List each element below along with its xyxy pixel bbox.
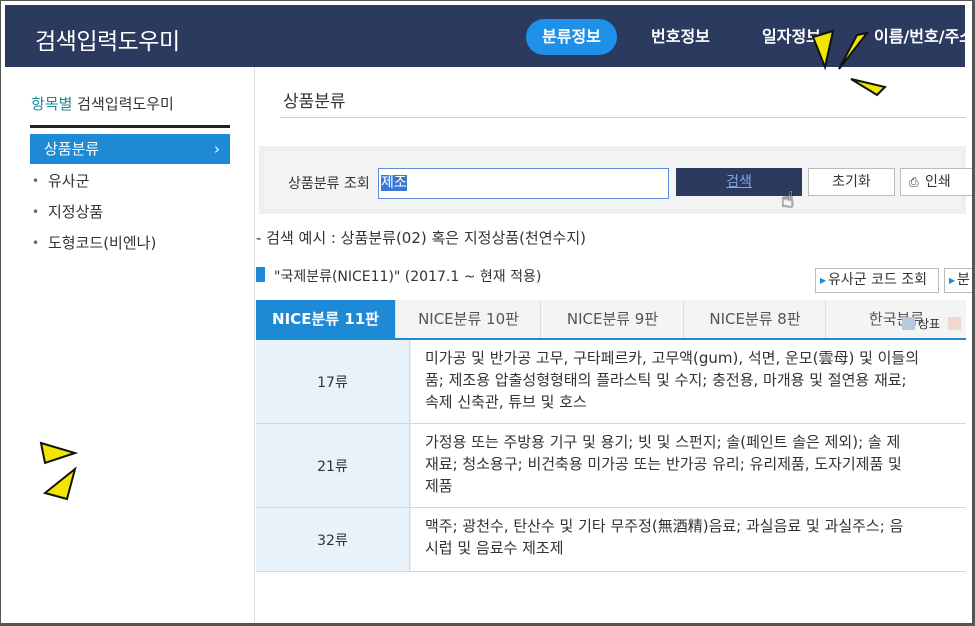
description-line: 미가공 및 반가공 고무, 구타페르카, 고무액(gum), 석면, 운모(雲母… (425, 349, 920, 367)
sidebar-heading: 항목별 검색입력도우미 (31, 93, 174, 114)
reset-button[interactable]: 초기화 (808, 168, 895, 196)
sidebar-item-designated-goods[interactable]: • 지정상품 (30, 197, 230, 227)
description-line: 속제 신축관, 튜브 및 호스 (425, 393, 587, 411)
nice-section-title-text: "국제분류(NICE11)" (2017.1 ~ 현재 적용) (274, 269, 542, 285)
title-divider (280, 117, 966, 118)
section-marker (256, 267, 265, 282)
sidebar-item-label: 지정상품 (48, 203, 104, 221)
edition-tabs: NICE분류 11판 NICE분류 10판 NICE분류 9판 NICE분류 8… (256, 300, 966, 340)
description-line: 제품 (425, 477, 453, 495)
class-cell: 17류 (256, 340, 410, 423)
sidebar-divider (30, 125, 230, 128)
description-line: 재료; 청소용구; 비건축용 미가공 또는 반가공 유리; 유리제품, 도자기제… (425, 455, 902, 473)
similar-code-lookup-label: 유사군 코드 조회 (828, 272, 928, 288)
description-line: 시럽 및 음료수 제조제 (425, 539, 564, 557)
sidebar-heading-rest: 검색입력도우미 (72, 95, 174, 113)
legend-trademark: 상표 (902, 317, 964, 331)
sidebar-item-similar-group[interactable]: • 유사군 (30, 166, 230, 196)
class-cell: 32류 (256, 508, 410, 571)
triangle-right-icon: ▶ (820, 276, 827, 285)
chevron-right-icon: › (214, 140, 220, 158)
sidebar-item-label: 도형코드(비엔나) (48, 234, 157, 252)
search-input-value: 제조 (381, 175, 407, 191)
app-title: 검색입력도우미 (35, 29, 180, 55)
class-cell: 21류 (256, 424, 410, 507)
classification-button-label: 분 (957, 272, 970, 288)
classification-button[interactable]: ▶ 분 (944, 268, 972, 293)
printer-icon: ⎙ (909, 175, 919, 189)
nice-section-title: "국제분류(NICE11)" (2017.1 ~ 현재 적용) (256, 266, 541, 286)
browser-frame: 검색입력도우미 분류정보 번호정보 일자정보 이름/번호/주소 항목별 검색입력… (0, 0, 975, 626)
description-cell: 맥주; 광천수, 탄산수 및 기타 무주정(無酒精)음료; 과실음료 및 과실주… (411, 508, 966, 571)
description-cell: 미가공 및 반가공 고무, 구타페르카, 고무액(gum), 석면, 운모(雲母… (411, 340, 966, 423)
search-example: - 검색 예시 : 상품분류(02) 혹은 지정상품(천연수지) (256, 229, 586, 247)
nav-item-name-number-address[interactable]: 이름/번호/주소 (858, 19, 972, 55)
description-line: 맥주; 광천수, 탄산수 및 기타 무주정(無酒精)음료; 과실음료 및 과실주… (425, 517, 904, 535)
legend-label: 상표 (918, 317, 941, 331)
nav-item-classification[interactable]: 분류정보 (526, 19, 617, 55)
tab-nice-11[interactable]: NICE분류 11판 (256, 300, 396, 338)
table-row[interactable]: 32류 맥주; 광천수, 탄산수 및 기타 무주정(無酒精)음료; 과실음료 및… (256, 508, 966, 572)
table-row[interactable]: 21류 가정용 또는 주방용 기구 및 용기; 빗 및 스펀지; 솔(페인트 솔… (256, 424, 966, 508)
main-content: 상품분류 상품분류 조회 제조 검색 초기화 ⎙ 인쇄 - 검색 예시 : 상품… (256, 67, 972, 622)
sidebar-item-label: 상품분류 (44, 140, 100, 158)
bullet-icon: • (32, 205, 40, 219)
sidebar-item-product-class[interactable]: 상품분류 › (30, 134, 230, 164)
top-header: 검색입력도우미 분류정보 번호정보 일자정보 이름/번호/주소 (5, 5, 972, 67)
nav-item-date[interactable]: 일자정보 (746, 19, 837, 55)
search-label: 상품분류 조회 (288, 176, 370, 192)
sidebar-heading-accent: 항목별 (31, 95, 73, 113)
nav-item-number[interactable]: 번호정보 (635, 19, 726, 55)
print-button[interactable]: ⎙ 인쇄 (900, 168, 972, 196)
legend-swatch (902, 317, 915, 330)
description-cell: 가정용 또는 주방용 기구 및 용기; 빗 및 스펀지; 솔(페인트 솔은 제외… (411, 424, 966, 507)
tab-nice-8[interactable]: NICE분류 8판 (685, 300, 826, 338)
similar-code-lookup-button[interactable]: ▶ 유사군 코드 조회 (815, 268, 939, 293)
bullet-icon: • (32, 174, 40, 188)
search-input[interactable]: 제조 (378, 168, 669, 199)
hand-cursor-icon: ☝ (781, 188, 795, 213)
table-row[interactable]: 17류 미가공 및 반가공 고무, 구타페르카, 고무액(gum), 석면, 운… (256, 340, 966, 424)
description-line: 가정용 또는 주방용 기구 및 용기; 빗 및 스펀지; 솔(페인트 솔은 제외… (425, 433, 901, 451)
search-panel: 상품분류 조회 제조 검색 초기화 ⎙ 인쇄 (259, 146, 972, 214)
sidebar-item-label: 유사군 (48, 172, 90, 190)
tab-nice-10[interactable]: NICE분류 10판 (397, 300, 541, 338)
bullet-icon: • (32, 236, 40, 250)
page-title: 상품분류 (283, 92, 346, 112)
print-button-label: 인쇄 (925, 174, 951, 190)
sidebar: 항목별 검색입력도우미 상품분류 › • 유사군 • 지정상품 • 도형코드(비… (5, 67, 255, 622)
sidebar-item-vienna-code[interactable]: • 도형코드(비엔나) (30, 228, 230, 258)
legend-swatch (947, 317, 961, 330)
tab-nice-9[interactable]: NICE분류 9판 (542, 300, 684, 338)
triangle-right-icon: ▶ (949, 276, 956, 285)
description-line: 품; 제조용 압출성형형태의 플라스틱 및 수지; 충전용, 마개용 및 절연용… (425, 371, 907, 389)
